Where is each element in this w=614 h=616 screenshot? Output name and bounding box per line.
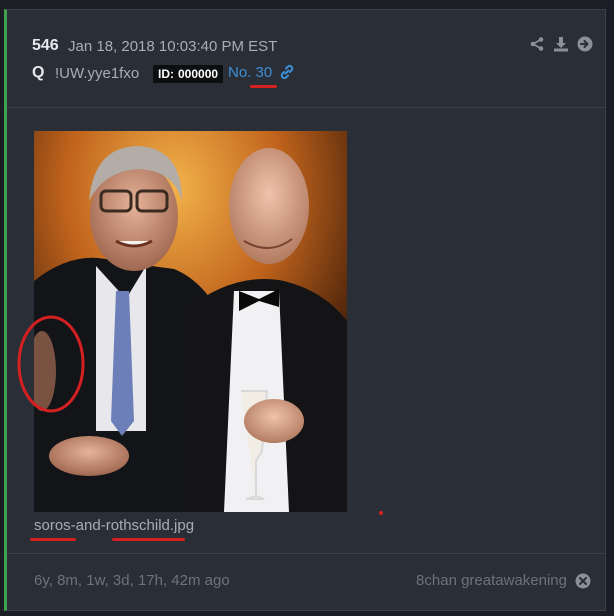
post-footer: 6y, 8m, 1w, 3d, 17h, 42m ago 8chan great…	[7, 553, 605, 610]
arrow-circle-right-icon[interactable]	[577, 36, 593, 52]
download-icon[interactable]	[553, 36, 569, 52]
red-circle-annotation	[17, 315, 85, 413]
id-label: ID:	[158, 67, 174, 81]
post-no-value: 30	[255, 64, 273, 81]
tripcode: !UW.yye1fxo	[55, 65, 140, 82]
board-name[interactable]: 8chan greatawakening	[416, 572, 567, 589]
red-underline-soros	[30, 538, 76, 541]
id-value: 000000	[178, 67, 219, 81]
image-filename[interactable]: soros-and-rothschild.jpg	[34, 517, 194, 534]
post-header: 546 Jan 18, 2018 10:03:40 PM EST Q !UW.y…	[7, 10, 605, 108]
red-dot-annotation	[379, 511, 383, 515]
share-icon[interactable]	[529, 36, 545, 52]
red-underline-rothschild	[112, 538, 185, 541]
close-circle-icon[interactable]	[575, 573, 591, 589]
author-name: Q	[32, 64, 45, 81]
post-card: 546 Jan 18, 2018 10:03:40 PM EST Q !UW.y…	[4, 9, 606, 611]
post-actions	[529, 36, 593, 52]
link-icon[interactable]	[279, 64, 295, 80]
time-ago: 6y, 8m, 1w, 3d, 17h, 42m ago	[34, 572, 230, 589]
red-underline-no	[250, 85, 277, 88]
id-badge: ID: 000000	[153, 65, 224, 83]
post-number: 546	[32, 37, 59, 54]
post-no-link[interactable]: No. 30	[228, 64, 272, 81]
post-no-label: No.	[228, 64, 252, 81]
post-date: Jan 18, 2018 10:03:40 PM EST	[68, 38, 278, 55]
